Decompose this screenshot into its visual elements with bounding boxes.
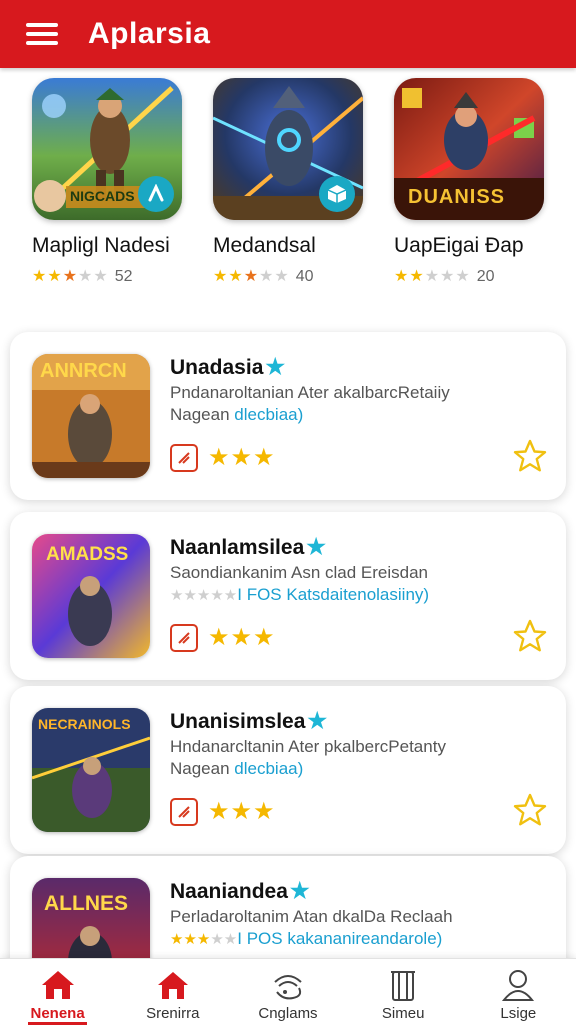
featured-thumbnail: DUANISS — [394, 78, 544, 220]
category-icon — [170, 798, 198, 826]
list-meta: ★★★ — [170, 798, 276, 826]
thumbnail-caption: AMADSS — [46, 544, 129, 565]
list-thumbnail: NECRAINOLS — [32, 708, 150, 832]
list-title: Naaniandea★ — [170, 878, 310, 903]
featured-thumbnail: NIGCADS — [32, 78, 182, 220]
nav-item-store[interactable]: Srenirra — [115, 959, 230, 1025]
list-title: Unadasia★ — [170, 354, 286, 379]
nav-item-profile[interactable]: Lsige — [461, 959, 576, 1025]
rating-stars: ★★★★★ — [32, 268, 109, 285]
nav-item-home[interactable]: Nenena — [0, 959, 115, 1025]
rating-stars: ★★★★★ — [394, 268, 471, 285]
profile-icon — [498, 967, 538, 1003]
featured-card[interactable]: Medandsal ★★★★★ 40 — [213, 78, 373, 286]
featured-rating: ★★★★★ 20 — [394, 268, 554, 286]
app-bar: Aplarsia — [0, 0, 576, 68]
menu-button[interactable] — [22, 14, 62, 54]
badge — [319, 176, 355, 212]
home-icon — [38, 967, 78, 1003]
thumbnail-caption: DUANISS — [408, 186, 506, 208]
favorite-button[interactable] — [512, 438, 548, 474]
favorite-button[interactable] — [512, 792, 548, 828]
category-icon — [170, 624, 198, 652]
list-description: Hndanarcltanin Ater pkalbercPetanty Nage… — [170, 737, 446, 778]
thumbnail-caption: NIGCADS — [70, 188, 135, 204]
bottom-navigation: Nenena Srenirra Cnglams Simeu Lsige — [0, 958, 576, 1025]
nav-item-library[interactable]: Simeu — [346, 959, 461, 1025]
thumbnail-caption: ANNRCN — [40, 360, 127, 382]
nav-label: Lsige — [500, 1005, 537, 1022]
featured-star-icon: ★ — [306, 534, 326, 559]
star-outline-icon — [513, 439, 547, 472]
thumbnail-caption: NECRAINOLS — [38, 716, 131, 732]
hamburger-icon — [26, 23, 58, 45]
store-icon — [153, 967, 193, 1003]
rating-stars: ★★★★★ — [213, 268, 290, 285]
list-card[interactable]: ANNRCN Unadasia★ Pndanaroltanian Ater ak… — [10, 332, 566, 500]
list-card[interactable]: AMADSS Naanlamsilea★ Saondiankanim Asn c… — [10, 512, 566, 680]
featured-thumbnail — [213, 78, 363, 220]
controller-icon — [268, 967, 308, 1003]
list-meta: ★★★ — [170, 624, 276, 652]
list-meta: ★★★ — [170, 444, 276, 472]
badge — [138, 176, 174, 212]
featured-title: Mapligl Nadesi — [32, 234, 170, 257]
nav-label: Cnglams — [258, 1005, 318, 1022]
list-description: Perladaroltanim Atan dkalDa Reclaah ★★★★… — [170, 907, 453, 948]
featured-star-icon: ★ — [307, 708, 328, 733]
list-card[interactable]: NECRAINOLS Unanisimslea★ Hndanarcltanin … — [10, 686, 566, 854]
featured-row: NIGCADS Mapligl Nadesi ★★★★★ 52 Medandsa… — [0, 70, 576, 320]
list-description: Saondiankanim Asn clad Ereisdan ★★★★★I F… — [170, 563, 430, 604]
rating-stars: ★★★ — [208, 798, 276, 825]
nav-label: Nenena — [30, 1005, 85, 1022]
featured-title: Medandsal — [213, 234, 316, 257]
featured-rating: ★★★★★ 52 — [32, 268, 192, 286]
list-thumbnail: ANNRCN — [32, 354, 150, 478]
app-title: Aplarsia — [88, 17, 211, 50]
category-icon — [170, 444, 198, 472]
nav-label: Simeu — [381, 1005, 425, 1022]
featured-rating: ★★★★★ 40 — [213, 268, 373, 286]
featured-card[interactable]: NIGCADS Mapligl Nadesi ★★★★★ 52 — [32, 78, 192, 286]
list-title: Unanisimslea★ — [170, 708, 328, 733]
nav-label: Srenirra — [146, 1005, 200, 1022]
favorite-button[interactable] — [512, 618, 548, 654]
thumbnail-caption: ALLNES — [44, 892, 128, 915]
inline-rating-stars: ★★★★★ — [170, 587, 238, 604]
rating-stars: ★★★ — [208, 624, 276, 651]
star-outline-icon — [513, 619, 547, 652]
rating-count: 52 — [114, 268, 133, 285]
inline-rating-stars: ★★★★★ — [170, 931, 238, 948]
rating-stars: ★★★ — [208, 444, 276, 471]
nav-item-games[interactable]: Cnglams — [230, 959, 345, 1025]
featured-card[interactable]: DUANISS UapEigai Ðap ★★★★★ 20 — [394, 78, 554, 286]
list-title: Naanlamsilea★ — [170, 534, 326, 559]
rating-count: 40 — [295, 268, 314, 285]
library-icon — [383, 967, 423, 1003]
featured-star-icon: ★ — [265, 354, 286, 379]
rating-count: 20 — [476, 268, 495, 285]
list-description: Pndanaroltanian Ater akalbarcRetaiiy Nag… — [170, 383, 450, 424]
star-outline-icon — [513, 793, 547, 826]
featured-title: UapEigai Ðap — [394, 234, 524, 257]
app-store-icon — [148, 184, 164, 202]
list-thumbnail: AMADSS — [32, 534, 150, 658]
cube-icon — [327, 185, 347, 203]
featured-star-icon: ★ — [289, 878, 310, 903]
